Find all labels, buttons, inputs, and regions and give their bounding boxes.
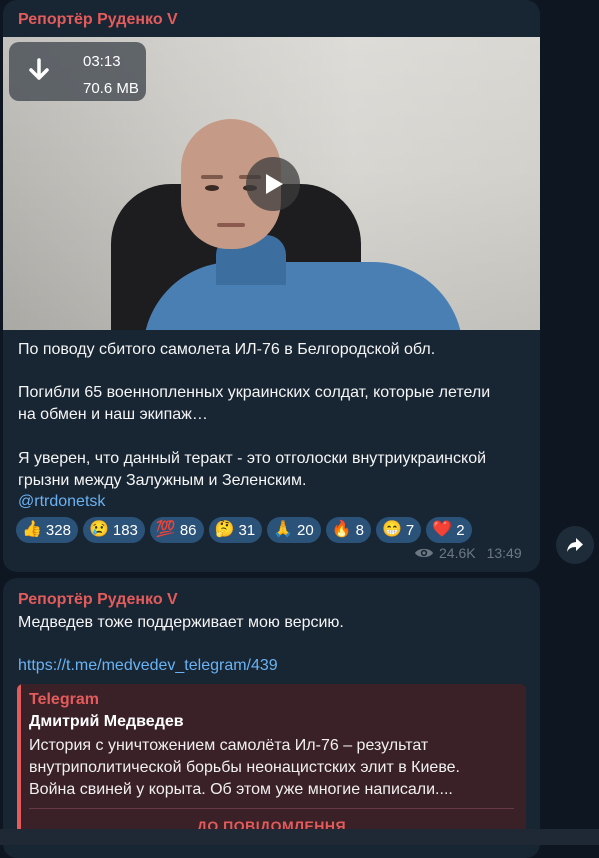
reaction-chip[interactable]: 🤔 31 [208,517,263,543]
preview-description-line: внутриполитической борьбы неонацистских … [29,759,460,776]
reactions-bar: 👍 328 😢 183 💯 86 🤔 31 🙏 20 🔥 8 😁 7 ❤️ 2 [16,517,472,543]
preview-description-line: История с уничтожением самолёта Ил-76 – … [29,737,429,754]
preview-divider [29,808,514,809]
video-duration: 03:13 [83,53,121,70]
play-icon [266,174,283,194]
channel-post-link[interactable]: Репортёр Руденко V Медведев тоже поддерж… [3,578,540,858]
download-badge[interactable]: 03:13 70.6 MB [9,42,146,101]
views-count: 24.6K [439,545,476,561]
post-text-line: грызни между Залужным и Зеленским. [18,472,307,489]
reaction-grinning-face-icon: 😁 [382,521,402,538]
reaction-thumbs-up-icon: 👍 [22,521,42,538]
share-arrow-icon [567,538,583,552]
eye-icon [415,548,433,558]
preview-title: Дмитрий Медведев [29,713,184,730]
reaction-thinking-face-icon: 🤔 [214,521,235,538]
mouth [217,223,245,227]
reaction-fire-icon: 🔥 [331,521,352,538]
reaction-count: 86 [179,521,197,539]
reaction-hundred-icon: 💯 [155,521,176,538]
reaction-count: 7 [405,521,415,539]
post-text-line: Погибли 65 военнопленных украинских солд… [18,384,491,401]
reaction-crying-face-icon: 😢 [88,521,109,538]
link-preview[interactable]: Telegram Дмитрий Медведев История с унич… [17,684,526,844]
video-frame-person-body [143,262,463,330]
reaction-chip[interactable]: 🙏 20 [267,517,321,543]
post-text-line: По поводу сбитого самолета ИЛ-76 в Белго… [18,341,436,358]
brow-left [201,175,223,179]
preview-description-line: Война свиней у корыта. Об этом уже многи… [29,781,453,798]
video-player[interactable]: 03:13 70.6 MB [3,37,540,330]
channel-post-video[interactable]: Репортёр Руденко V 03:13 70.6 MB По пово… [3,0,540,572]
reaction-chip[interactable]: 😁 7 [376,517,422,543]
reaction-count: 2 [456,521,465,539]
reaction-count: 8 [355,521,364,539]
reaction-chip[interactable]: 😢 183 [82,517,145,543]
share-button[interactable] [556,526,594,564]
reaction-praying-hands-icon: 🙏 [273,521,294,538]
post-text: Медведев тоже поддерживает мою версию. [18,614,344,631]
play-button[interactable] [246,157,300,211]
message-time: 13:49 [486,545,522,561]
reaction-count: 31 [238,521,256,539]
post-text-line: Я уверен, что данный теракт - это отголо… [18,450,487,467]
video-file-size: 70.6 MB [83,80,139,97]
reaction-count: 20 [297,521,314,539]
reaction-red-heart-icon: ❤️ [432,521,453,538]
sender-name[interactable]: Репортёр Руденко V [18,591,178,609]
message-meta: 24.6K 13:49 [414,545,522,561]
reaction-count: 328 [45,521,71,539]
reaction-chip[interactable]: 👍 328 [16,517,78,543]
bottom-panel-edge [0,829,599,845]
reaction-chip[interactable]: 💯 86 [149,517,204,543]
eye-left [205,185,219,191]
reaction-chip[interactable]: 🔥 8 [325,517,371,543]
post-link[interactable]: https://t.me/medvedev_telegram/439 [18,655,278,677]
channel-mention-link[interactable]: @rtrdonetsk [18,491,105,513]
download-icon[interactable] [27,58,51,86]
preview-site-name: Telegram [29,691,99,708]
post-text-line: на обмен и наш экипаж… [18,406,208,423]
sender-name[interactable]: Репортёр Руденко V [18,11,178,29]
reaction-chip[interactable]: ❤️ 2 [426,517,472,543]
reaction-count: 183 [112,521,138,539]
preview-description: История с уничтожением самолёта Ил-76 – … [29,735,514,801]
